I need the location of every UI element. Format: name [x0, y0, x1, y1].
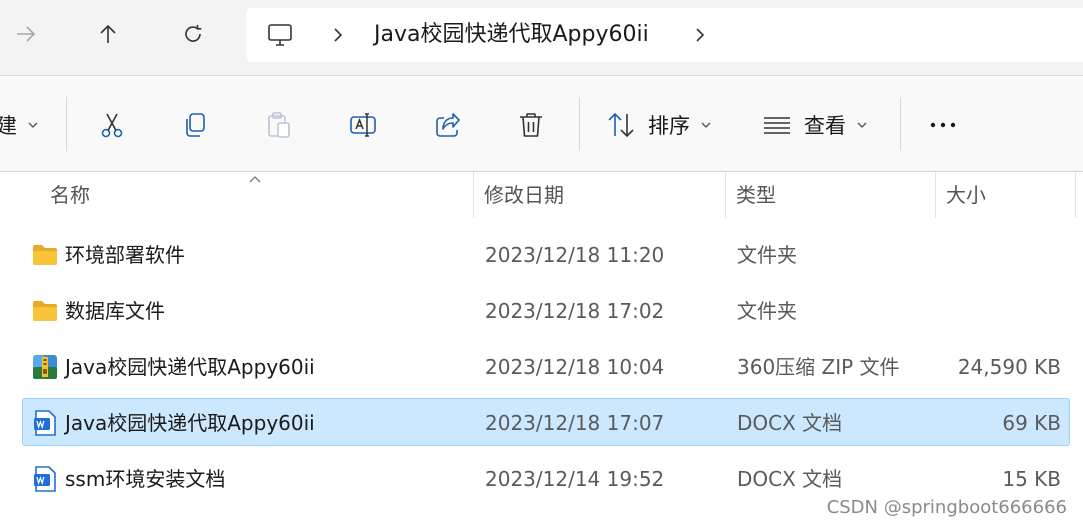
- word-document-icon: [34, 466, 56, 492]
- delete-button[interactable]: [516, 105, 546, 145]
- toolbar-divider: [579, 97, 580, 151]
- file-size: 69 KB: [1002, 411, 1061, 435]
- rename-icon: [350, 113, 376, 137]
- copy-icon: [186, 113, 205, 137]
- column-resize-handle[interactable]: [1075, 172, 1076, 218]
- file-name: Java校园快递代取Appy60ii: [65, 355, 315, 379]
- column-resize-handle[interactable]: [473, 172, 474, 218]
- file-row-selected[interactable]: Java校园快递代取Appy60ii 2023/12/18 17:07 DOCX…: [22, 398, 1070, 446]
- more-ellipsis-icon: [930, 122, 956, 128]
- column-header-name[interactable]: 名称: [50, 172, 90, 218]
- this-pc-icon[interactable]: [266, 21, 294, 49]
- file-row[interactable]: Java校园快递代取Appy60ii 2023/12/18 10:04 360压…: [22, 342, 1070, 390]
- sort-button-label: 排序: [648, 114, 690, 138]
- navigation-bar: Java校园快递代取Appy60ii: [0, 0, 1083, 76]
- share-icon: [436, 113, 460, 137]
- file-type: 文件夹: [737, 243, 797, 267]
- folder-icon: [33, 301, 57, 321]
- column-header-size[interactable]: 大小: [946, 172, 986, 218]
- file-row[interactable]: ssm环境安装文档 2023/12/14 19:52 DOCX 文档 15 KB: [22, 454, 1070, 502]
- view-button-label: 查看: [804, 114, 846, 138]
- command-bar: 建 排序 查看: [0, 77, 1083, 172]
- chevron-down-icon: [701, 122, 711, 128]
- file-type: 文件夹: [737, 299, 797, 323]
- file-size: 24,590 KB: [957, 355, 1061, 379]
- column-header-type[interactable]: 类型: [736, 172, 776, 218]
- column-header-modified[interactable]: 修改日期: [484, 172, 564, 218]
- new-button[interactable]: 建: [0, 105, 39, 145]
- folder-icon: [33, 245, 57, 265]
- toolbar-divider: [900, 97, 901, 151]
- new-button-label: 建: [0, 114, 17, 138]
- file-row[interactable]: 数据库文件 2023/12/18 17:02 文件夹: [22, 286, 1070, 334]
- file-size: 15 KB: [1002, 467, 1061, 491]
- trash-icon: [520, 113, 542, 137]
- address-bar[interactable]: Java校园快递代取Appy60ii: [246, 8, 1083, 62]
- chevron-down-icon: [28, 122, 38, 128]
- file-modified-date: 2023/12/18 17:07: [485, 411, 665, 435]
- forward-button[interactable]: [6, 14, 46, 54]
- file-type: DOCX 文档: [737, 467, 843, 491]
- file-type: DOCX 文档: [737, 411, 843, 435]
- up-button[interactable]: [88, 14, 128, 54]
- file-row[interactable]: 环境部署软件 2023/12/18 11:20 文件夹: [22, 230, 1070, 278]
- breadcrumb-current-folder[interactable]: Java校园快递代取Appy60ii: [374, 21, 649, 49]
- watermark-text: CSDN @springboot666666: [826, 497, 1067, 518]
- file-modified-date: 2023/12/14 19:52: [485, 467, 665, 491]
- refresh-icon: [185, 25, 202, 42]
- list-view-icon: [764, 117, 790, 134]
- file-name: 环境部署软件: [65, 243, 185, 267]
- sort-ascending-caret-icon: [249, 176, 261, 183]
- sort-button[interactable]: 排序: [606, 105, 712, 145]
- paste-button[interactable]: [264, 105, 294, 145]
- chevron-right-icon[interactable]: [328, 25, 348, 45]
- file-modified-date: 2023/12/18 17:02: [485, 299, 665, 323]
- file-modified-date: 2023/12/18 10:04: [485, 355, 665, 379]
- refresh-button[interactable]: [173, 14, 213, 54]
- column-header-row: 名称 修改日期 类型 大小: [0, 172, 1083, 218]
- column-resize-handle[interactable]: [935, 172, 936, 218]
- file-name: 数据库文件: [65, 299, 165, 323]
- file-modified-date: 2023/12/18 11:20: [485, 243, 665, 267]
- chevron-down-icon: [857, 122, 867, 128]
- clipboard-icon: [268, 112, 290, 138]
- word-document-icon: [34, 410, 56, 436]
- cut-button[interactable]: [97, 105, 127, 145]
- file-name: ssm环境安装文档: [65, 467, 226, 491]
- column-resize-handle[interactable]: [725, 172, 726, 218]
- scissors-icon: [101, 113, 123, 138]
- rename-button[interactable]: [348, 105, 378, 145]
- view-button[interactable]: 查看: [762, 105, 868, 145]
- arrow-up-icon: [100, 24, 116, 43]
- copy-button[interactable]: [180, 105, 210, 145]
- chevron-right-icon[interactable]: [690, 25, 710, 45]
- sort-arrows-icon: [608, 112, 634, 138]
- file-name: Java校园快递代取Appy60ii: [65, 411, 315, 435]
- more-options-button[interactable]: [928, 105, 958, 145]
- share-button[interactable]: [433, 105, 463, 145]
- zip-archive-icon: [33, 355, 57, 379]
- toolbar-divider: [66, 97, 67, 151]
- file-type: 360压缩 ZIP 文件: [737, 355, 900, 379]
- arrow-right-icon: [17, 26, 36, 42]
